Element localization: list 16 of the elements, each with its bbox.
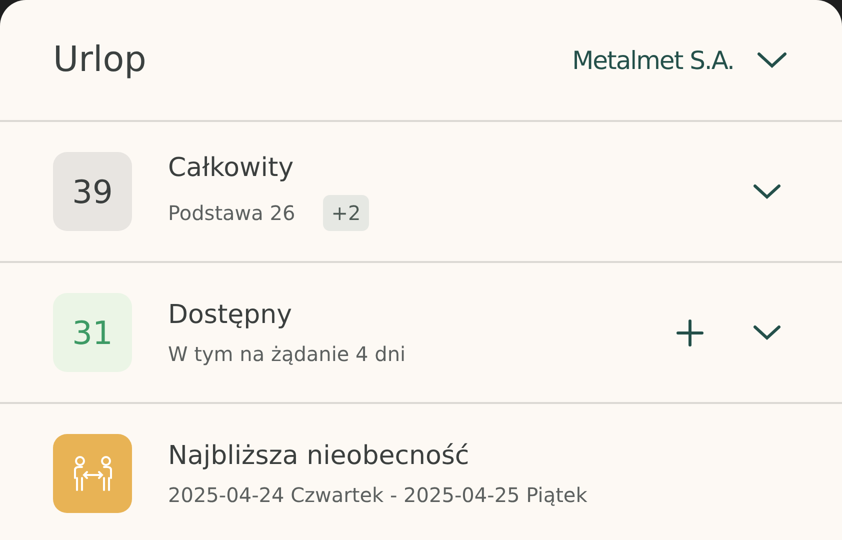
add-button[interactable] <box>676 318 704 346</box>
count-tile: 31 <box>53 293 132 372</box>
count-tile: 39 <box>53 152 132 231</box>
row-subtitle: 2025-04-24 Czwartek - 2025-04-25 Piątek <box>168 482 588 506</box>
page-title: Urlop <box>53 40 146 80</box>
chevron-down-icon <box>756 50 788 70</box>
absence-icon <box>53 434 132 513</box>
row-subtitle: W tym na żądanie 4 dni <box>168 342 406 366</box>
row-title: Całkowity <box>168 152 295 182</box>
row-title: Dostępny <box>168 300 294 330</box>
row-title: Najbliższa nieobecność <box>168 440 470 470</box>
expand-button[interactable] <box>752 182 782 200</box>
bonus-badge: +2 <box>323 194 369 230</box>
row-subtitle: Podstawa 26 <box>168 200 296 224</box>
company-selector[interactable]: Metalmet S.A. <box>572 46 788 74</box>
expand-button[interactable] <box>752 324 782 342</box>
